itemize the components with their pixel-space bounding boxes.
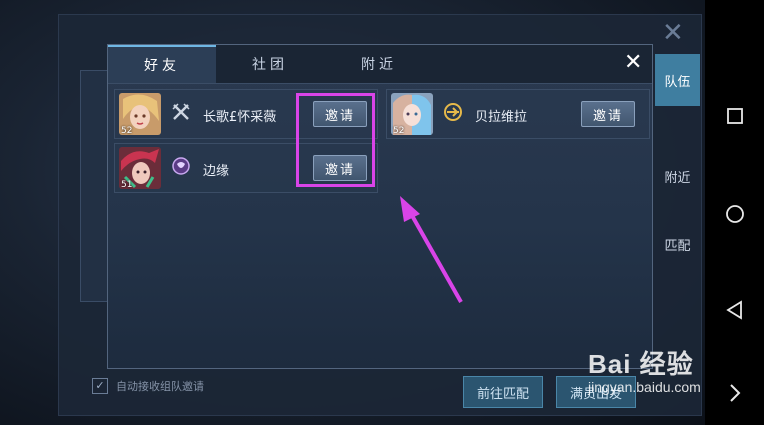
triangle-back-icon[interactable] <box>705 299 764 325</box>
circle-icon[interactable] <box>705 203 764 229</box>
watermark-brand: Bai 经验 <box>588 349 694 379</box>
baidu-watermark: Bai 经验 jingyan.baidu.com <box>588 344 701 395</box>
watermark-url: jingyan.baidu.com <box>588 379 701 395</box>
chevron-right-icon[interactable] <box>705 382 764 408</box>
square-icon[interactable] <box>705 106 764 130</box>
navigation-bar <box>705 0 764 425</box>
